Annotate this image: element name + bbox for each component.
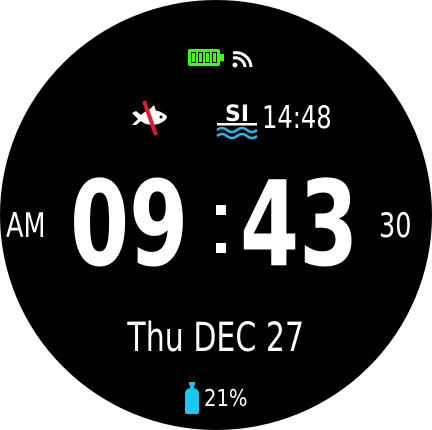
hours-digits: 09 — [70, 155, 189, 293]
main-time: 09 43 — [0, 159, 432, 289]
no-fly-fish-icon — [132, 100, 167, 136]
date-text: Thu DEC 27 — [127, 315, 305, 361]
air-tank-icon — [185, 382, 199, 414]
tank-pressure: 21% — [204, 386, 248, 412]
battery-full-icon — [188, 49, 224, 66]
time-colon — [211, 159, 231, 289]
surface-interval-time: 14:48 — [262, 100, 332, 136]
surface-interval-icon: SI — [216, 102, 258, 140]
wireless-signal-icon — [232, 51, 253, 68]
watch-face: SI 14:48 AM 09 43 30 Thu DEC 27 21% — [0, 0, 432, 430]
date-display: Thu DEC 27 — [0, 313, 432, 363]
minutes-digits: 43 — [240, 155, 359, 293]
seconds-digits: 30 — [379, 206, 412, 246]
